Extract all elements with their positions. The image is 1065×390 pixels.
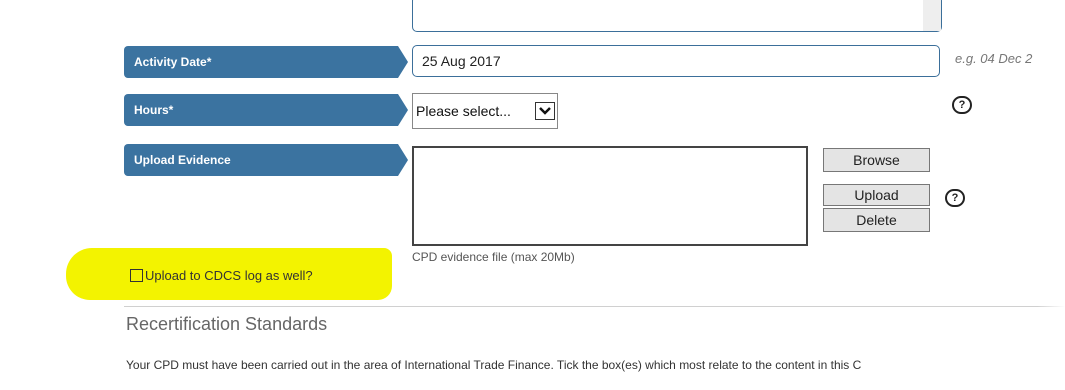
- cdcs-checkbox-label[interactable]: Upload to CDCS log as well?: [145, 268, 313, 283]
- section-divider: [124, 306, 1065, 307]
- hours-help-icon[interactable]: ?: [952, 96, 972, 114]
- activity-date-hint: e.g. 04 Dec 2: [955, 51, 1033, 66]
- browse-button[interactable]: Browse: [823, 148, 930, 172]
- chevron-down-icon[interactable]: [535, 102, 555, 120]
- cdcs-checkbox-row[interactable]: Upload to CDCS log as well?: [130, 268, 313, 283]
- hours-label: Hours*: [124, 94, 408, 126]
- evidence-caption: CPD evidence file (max 20Mb): [412, 250, 575, 264]
- activity-date-input[interactable]: 25 Aug 2017: [412, 45, 940, 77]
- activity-date-label: Activity Date*: [124, 46, 408, 78]
- recertification-description: Your CPD must have been carried out in t…: [126, 358, 862, 372]
- recertification-title: Recertification Standards: [126, 314, 328, 334]
- previous-text-field[interactable]: [412, 0, 942, 32]
- cdcs-checkbox[interactable]: [130, 269, 143, 282]
- upload-help-icon[interactable]: ?: [945, 189, 965, 207]
- delete-button[interactable]: Delete: [823, 208, 930, 232]
- upload-button[interactable]: Upload: [823, 184, 930, 206]
- right-edge-fade: [1037, 0, 1065, 390]
- hours-selected-value: Please select...: [416, 103, 511, 119]
- evidence-file-box[interactable]: [412, 146, 808, 246]
- previous-field-scrollbar[interactable]: [923, 0, 941, 31]
- upload-evidence-label: Upload Evidence: [124, 144, 408, 176]
